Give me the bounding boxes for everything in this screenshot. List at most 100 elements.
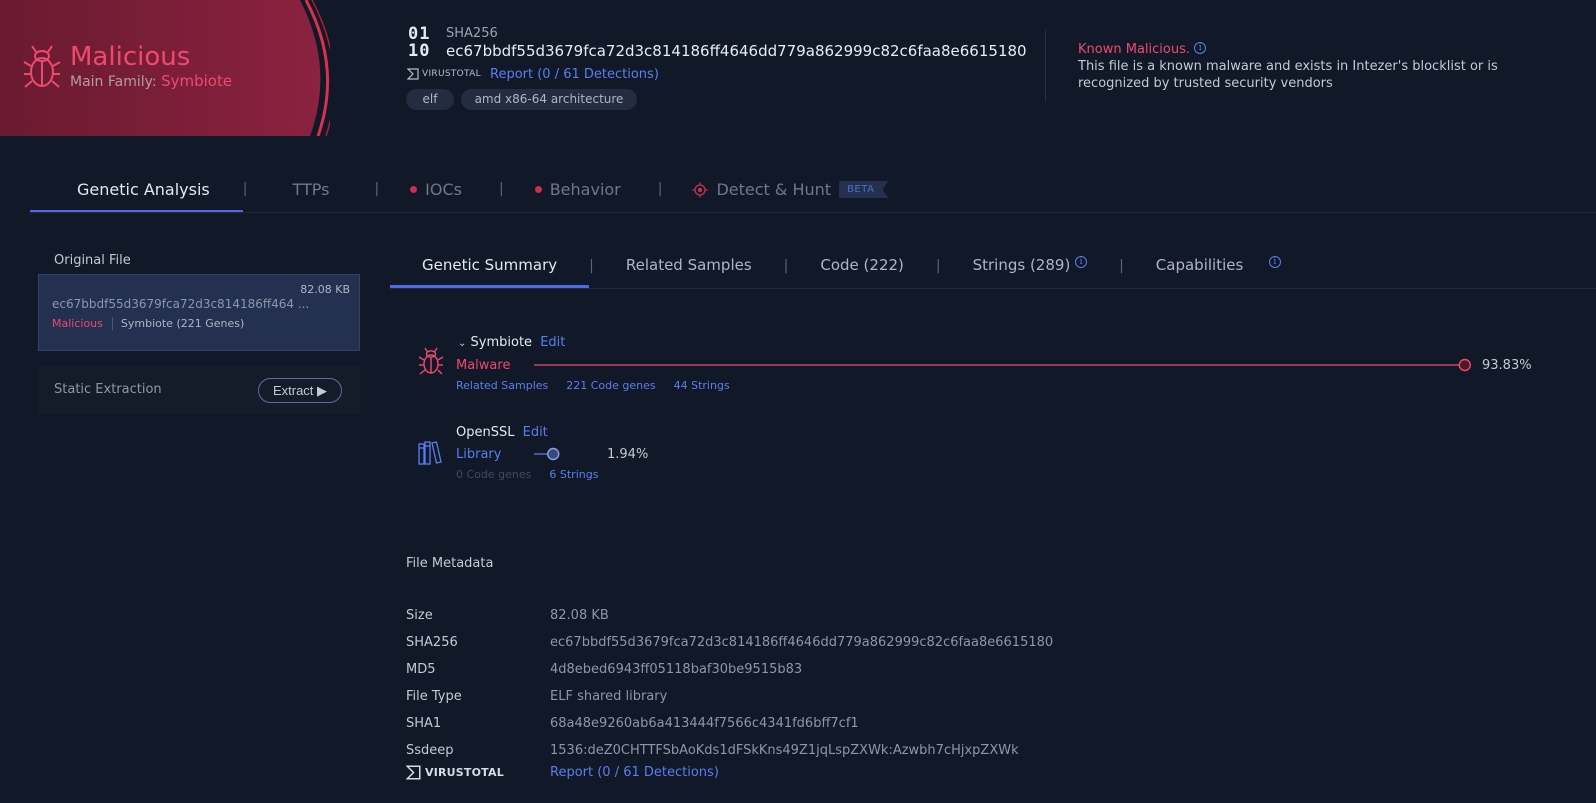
file-family: Symbiote (221 Genes) [120, 317, 245, 330]
gene-kind: Library [456, 447, 502, 462]
gene-name[interactable]: OpenSSL [456, 425, 514, 440]
tab-label: Strings (289) [972, 256, 1071, 274]
original-file-card[interactable]: 82.08 KB ec67bbdf55d3679fca72d3c814186ff… [38, 274, 360, 351]
gene-percent: 93.83% [1482, 358, 1532, 373]
virustotal-report-link[interactable]: Report (0 / 61 Detections) [490, 67, 659, 82]
edit-link[interactable]: Edit [540, 335, 565, 350]
known-malicious-description: This file is a known malware and exists … [1078, 59, 1498, 91]
gene-kind: Malware [456, 358, 511, 373]
tab-label: IOCs [425, 180, 462, 199]
info-icon[interactable]: i [1194, 42, 1207, 54]
sha-value[interactable]: ec67bbdf55d3679fca72d3c814186ff4646dd779… [446, 42, 1027, 60]
gene-percent-knob [1458, 358, 1471, 372]
static-extraction-label: Static Extraction [54, 382, 162, 397]
gene-percent: 1.94% [607, 447, 649, 462]
main-family-label: Main Family: [70, 74, 157, 90]
file-metadata-title: File Metadata [406, 556, 494, 571]
metadata-key: SHA1 [406, 716, 442, 731]
file-verdict-row: Malicious Symbiote (221 Genes) [52, 317, 244, 330]
tab-label: Behavior [549, 180, 621, 199]
info-icon[interactable]: i [1075, 256, 1088, 268]
bug-icon [23, 45, 61, 88]
code-genes-link[interactable]: 221 Code genes [566, 379, 655, 392]
strings-link[interactable]: 6 Strings [549, 468, 598, 481]
metadata-key: MD5 [406, 662, 436, 677]
main-family-name: Symbiote [161, 72, 233, 90]
strings-link[interactable]: 44 Strings [674, 379, 730, 392]
tab-label: Detect & Hunt [716, 180, 832, 199]
library-icon [418, 441, 442, 465]
known-malicious-title: Known Malicious. i [1078, 42, 1207, 57]
gene-percent-bar-symbiote [534, 358, 1471, 372]
metadata-row: MD5 4d8ebed6943ff05118baf30be9515b83 [406, 662, 1206, 682]
tab-iocs[interactable]: IOCs [379, 172, 499, 213]
crosshair-icon [692, 182, 708, 197]
binary-file-icon: 01 10 [408, 24, 431, 61]
main-tabs: Genetic Analysis | TTPs | IOCs | Behavio… [30, 172, 889, 213]
bug-icon [418, 347, 444, 375]
virustotal-label: VIRUSTOTAL [422, 69, 481, 79]
static-extraction-panel: Static Extraction Extract ▶ [38, 366, 360, 414]
virustotal-icon [406, 765, 421, 780]
tag-elf: elf [406, 89, 454, 110]
sub-tabs-rule [390, 288, 1596, 289]
tag-architecture: amd x86-64 architecture [461, 89, 637, 110]
metadata-value[interactable]: 1536:deZ0CHTTFSbAoKds1dFSkKns49Z1jqLspZX… [550, 743, 1019, 758]
tab-capabilities[interactable]: Capabilities i [1124, 248, 1313, 288]
metadata-value: 82.08 KB [550, 608, 609, 623]
tab-genetic-summary[interactable]: Genetic Summary [390, 248, 590, 288]
file-size: 82.08 KB [300, 283, 350, 296]
gene-links: Related Samples 221 Code genes 44 String… [456, 379, 730, 392]
info-icon[interactable]: i [1268, 256, 1281, 268]
metadata-row: Size 82.08 KB [406, 608, 1206, 628]
file-verdict: Malicious [52, 317, 113, 330]
tab-ttps[interactable]: TTPs [247, 172, 374, 213]
alert-dot-icon [410, 186, 418, 193]
metadata-key: Size [406, 608, 433, 623]
tab-genetic-analysis[interactable]: Genetic Analysis [30, 172, 243, 213]
verdict-title: Malicious [70, 42, 191, 72]
tab-label: Code (222) [820, 256, 904, 274]
code-genes-link: 0 Code genes [456, 468, 532, 481]
virustotal-logo: VIRUSTOTAL [406, 765, 504, 780]
gene-symbiote: ⌄ Symbiote Edit [458, 335, 565, 350]
extract-button[interactable]: Extract ▶ [258, 378, 342, 403]
chevron-down-icon[interactable]: ⌄ [458, 338, 466, 349]
metadata-row: SHA256 ec67bbdf55d3679fca72d3c814186ff46… [406, 635, 1206, 655]
tab-related-samples[interactable]: Related Samples [594, 248, 784, 288]
metadata-key: Ssdeep [406, 743, 454, 758]
tab-label: Genetic Analysis [77, 180, 210, 199]
related-samples-link[interactable]: Related Samples [456, 379, 548, 392]
tab-label: Related Samples [625, 256, 752, 274]
header-divider [1045, 30, 1046, 102]
main-tabs-rule [30, 212, 1596, 213]
tab-detect-hunt[interactable]: Detect & Hunt BETA [662, 172, 889, 213]
metadata-key: File Type [406, 689, 462, 704]
sub-tabs: Genetic Summary | Related Samples | Code… [390, 248, 1313, 288]
tab-label: Capabilities [1155, 256, 1244, 274]
virustotal-logo: VIRUSTOTAL [407, 68, 481, 80]
sha-label: SHA256 [446, 26, 498, 41]
gene-name-row: ⌄ Symbiote Edit [458, 335, 565, 350]
metadata-row: Ssdeep 1536:deZ0CHTTFSbAoKds1dFSkKns49Z1… [406, 743, 1206, 763]
extract-label: Extract [272, 383, 314, 398]
virustotal-icon [407, 68, 419, 80]
metadata-row: SHA1 68a48e9260ab6a413444f7566c4341fd6bf… [406, 716, 1206, 736]
metadata-value[interactable]: ec67bbdf55d3679fca72d3c814186ff4646dd779… [550, 635, 1053, 650]
metadata-value[interactable]: 68a48e9260ab6a413444f7566c4341fd6bff7cf1 [550, 716, 859, 731]
tab-code[interactable]: Code (222) [788, 248, 936, 288]
tab-label: Genetic Summary [422, 256, 558, 274]
gene-percent-bar-openssl [534, 447, 560, 461]
gene-name[interactable]: Symbiote [471, 335, 533, 350]
edit-link[interactable]: Edit [523, 425, 548, 440]
gene-openssl: OpenSSL Edit [456, 425, 548, 440]
metadata-value[interactable]: 4d8ebed6943ff05118baf30be9515b83 [550, 662, 802, 677]
beta-badge: BETA [839, 181, 889, 198]
metadata-value: ELF shared library [550, 689, 668, 704]
play-icon: ▶ [317, 383, 328, 398]
alert-dot-icon [534, 186, 542, 193]
tab-strings[interactable]: Strings (289) i [941, 248, 1119, 288]
tab-behavior[interactable]: Behavior [504, 172, 658, 213]
file-hash: ec67bbdf55d3679fca72d3c814186ff464 ... [52, 297, 310, 311]
virustotal-report-link[interactable]: Report (0 / 61 Detections) [550, 765, 719, 780]
